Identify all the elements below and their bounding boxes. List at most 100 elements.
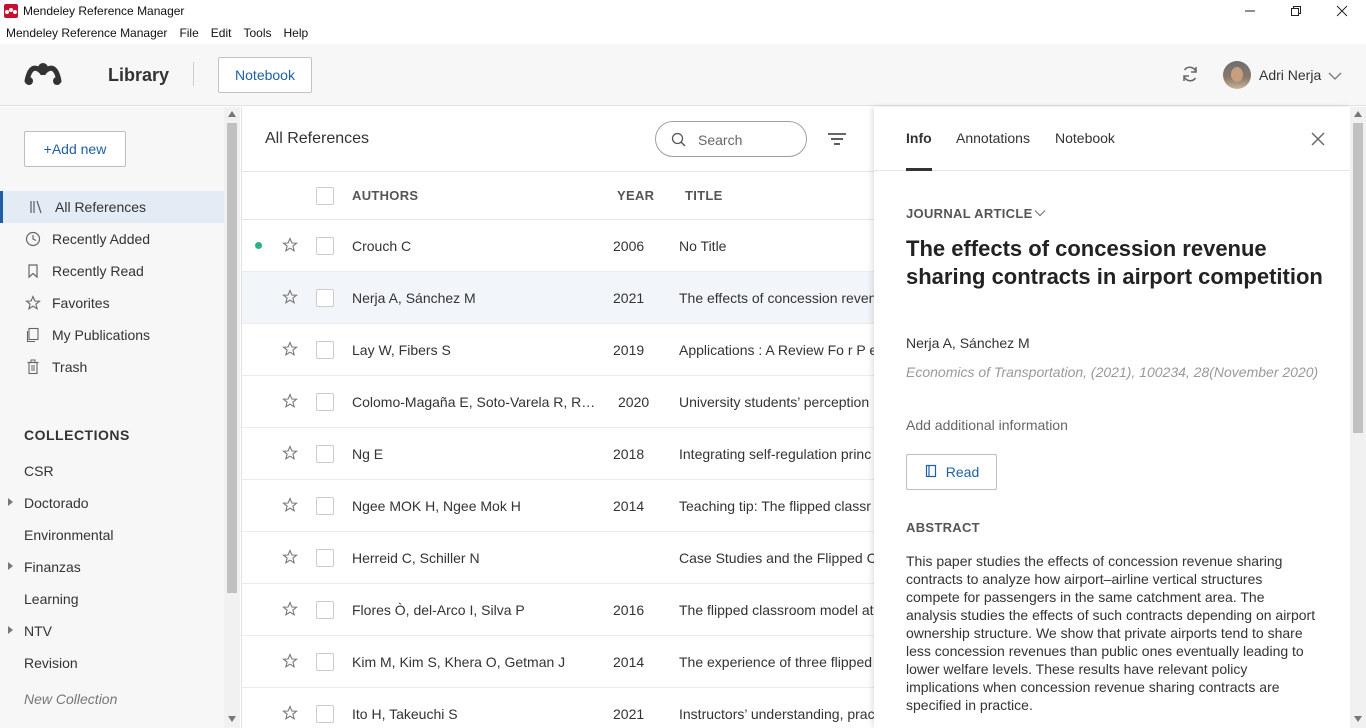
details-scrollbar-thumb[interactable] <box>1353 123 1363 433</box>
expand-caret-icon[interactable] <box>8 626 13 634</box>
reference-journal[interactable]: Economics of Transportation, (2021), 100… <box>906 364 1326 381</box>
collection-item-revision[interactable]: Revision <box>0 647 224 679</box>
tab-notebook[interactable]: Notebook <box>1055 130 1115 146</box>
table-row[interactable]: Herreid C, Schiller N Case Studies and t… <box>242 532 874 584</box>
row-year: 2020 <box>618 394 650 410</box>
table-row[interactable]: Colomo-Magaña E, Soto-Varela R, Ruiz-Pal… <box>242 376 874 428</box>
row-checkbox[interactable] <box>316 705 334 723</box>
read-button[interactable]: Read <box>906 454 997 490</box>
column-header-title[interactable]: TITLE <box>685 188 723 203</box>
row-year: 2014 <box>613 498 645 514</box>
star-icon <box>25 295 41 311</box>
row-authors: Ito H, Takeuchi S <box>352 706 458 722</box>
table-row[interactable]: Kim M, Kim S, Khera O, Getman J 2014 The… <box>242 636 874 688</box>
sidebar-item-favorites[interactable]: Favorites <box>0 287 224 319</box>
row-checkbox[interactable] <box>316 341 334 359</box>
collection-item-learning[interactable]: Learning <box>0 583 224 615</box>
favorite-star-icon[interactable] <box>282 393 298 412</box>
table-row[interactable]: Lay W, Fibers S 2019 Applications : A Re… <box>242 324 874 376</box>
row-checkbox[interactable] <box>316 289 334 307</box>
avatar[interactable] <box>1223 61 1251 89</box>
menu-edit[interactable]: Edit <box>211 26 232 40</box>
sidebar-item-recently-added[interactable]: Recently Added <box>0 223 224 255</box>
table-row[interactable]: Flores Ò, del-Arco I, Silva P 2016 The f… <box>242 584 874 636</box>
menu-app[interactable]: Mendeley Reference Manager <box>6 26 167 40</box>
add-new-button[interactable]: +Add new <box>24 131 126 167</box>
row-title: The experience of three flipped <box>679 654 873 670</box>
row-checkbox[interactable] <box>316 497 334 515</box>
expand-caret-icon[interactable] <box>8 498 13 506</box>
table-row[interactable]: Ito H, Takeuchi S 2021 Instructors’ unde… <box>242 688 874 728</box>
row-checkbox[interactable] <box>316 237 334 255</box>
notebook-button[interactable]: Notebook <box>218 57 312 93</box>
filter-icon[interactable] <box>828 132 846 149</box>
sidebar-item-label: All References <box>55 199 147 215</box>
favorite-star-icon[interactable] <box>282 601 298 620</box>
user-name[interactable]: Adri Nerja <box>1259 67 1321 83</box>
sidebar-item-all-references[interactable]: All References <box>0 191 224 223</box>
expand-caret-icon[interactable] <box>8 562 13 570</box>
table-row[interactable]: Nerja A, Sánchez M 2021 The effects of c… <box>242 272 874 324</box>
chevron-down-icon[interactable] <box>1328 68 1342 84</box>
reference-details-panel: Info Annotations Notebook JOURNAL ARTICL… <box>874 107 1350 728</box>
sync-icon[interactable] <box>1180 64 1200 87</box>
collection-item-csr[interactable]: CSR <box>0 455 224 487</box>
menu-file[interactable]: File <box>179 26 198 40</box>
tab-info[interactable]: Info <box>906 130 932 146</box>
minimize-button[interactable] <box>1227 0 1273 22</box>
sidebar-item-label: Recently Added <box>52 231 151 247</box>
new-collection-button[interactable]: New Collection <box>0 683 224 715</box>
column-header-year[interactable]: YEAR <box>617 188 654 203</box>
mendeley-logo-icon[interactable] <box>24 61 64 90</box>
row-authors: Herreid C, Schiller N <box>352 550 480 566</box>
row-checkbox[interactable] <box>316 549 334 567</box>
library-title[interactable]: Library <box>108 65 169 86</box>
add-additional-info-link[interactable]: Add additional information <box>906 417 1068 433</box>
row-checkbox[interactable] <box>316 653 334 671</box>
favorite-star-icon[interactable] <box>282 497 298 516</box>
row-checkbox[interactable] <box>316 445 334 463</box>
row-title: The flipped classroom model at <box>679 602 874 618</box>
favorite-star-icon[interactable] <box>282 549 298 568</box>
sidebar-scrollbar[interactable] <box>224 107 240 728</box>
search-input[interactable] <box>698 130 798 150</box>
sidebar-item-trash[interactable]: Trash <box>0 351 224 383</box>
collection-item-doctorado[interactable]: Doctorado <box>0 487 224 519</box>
menu-help[interactable]: Help <box>283 26 308 40</box>
reference-type-dropdown[interactable]: JOURNAL ARTICLE <box>906 206 1046 221</box>
publication-icon <box>25 327 41 343</box>
reference-title[interactable]: The effects of concession revenue sharin… <box>906 235 1326 291</box>
row-checkbox[interactable] <box>316 601 334 619</box>
collection-item-finanzas[interactable]: Finanzas <box>0 551 224 583</box>
favorite-star-icon[interactable] <box>282 341 298 360</box>
collection-item-environmental[interactable]: Environmental <box>0 519 224 551</box>
abstract-text: This paper studies the effects of conces… <box>906 553 1316 713</box>
table-row[interactable]: Crouch C 2006 No Title <box>242 220 874 272</box>
row-authors: Ng E <box>352 446 384 462</box>
column-header-authors[interactable]: AUTHORS <box>352 188 418 203</box>
table-row[interactable]: Ngee MOK H, Ngee Mok H 2014 Teaching tip… <box>242 480 874 532</box>
close-window-button[interactable] <box>1319 0 1365 22</box>
sidebar: +Add new All References Recently Added R… <box>0 107 224 728</box>
tab-annotations[interactable]: Annotations <box>956 130 1030 146</box>
close-icon[interactable] <box>1310 131 1326 150</box>
favorite-star-icon[interactable] <box>282 237 298 256</box>
select-all-checkbox[interactable] <box>316 187 334 205</box>
sidebar-item-recently-read[interactable]: Recently Read <box>0 255 224 287</box>
row-year: 2021 <box>613 706 645 722</box>
menu-bar: Mendeley Reference Manager File Edit Too… <box>0 22 1366 44</box>
favorite-star-icon[interactable] <box>282 445 298 464</box>
sidebar-scrollbar-thumb[interactable] <box>227 123 237 593</box>
search-box[interactable] <box>655 121 807 157</box>
restore-button[interactable] <box>1273 0 1319 22</box>
collection-item-ntv[interactable]: NTV <box>0 615 224 647</box>
favorite-star-icon[interactable] <box>282 653 298 672</box>
favorite-star-icon[interactable] <box>282 705 298 724</box>
details-scrollbar[interactable] <box>1350 107 1366 728</box>
reference-authors[interactable]: Nerja A, Sánchez M <box>906 335 1030 351</box>
row-checkbox[interactable] <box>316 393 334 411</box>
sidebar-item-my-publications[interactable]: My Publications <box>0 319 224 351</box>
favorite-star-icon[interactable] <box>282 289 298 308</box>
table-row[interactable]: Ng E 2018 Integrating self-regulation pr… <box>242 428 874 480</box>
menu-tools[interactable]: Tools <box>243 26 271 40</box>
